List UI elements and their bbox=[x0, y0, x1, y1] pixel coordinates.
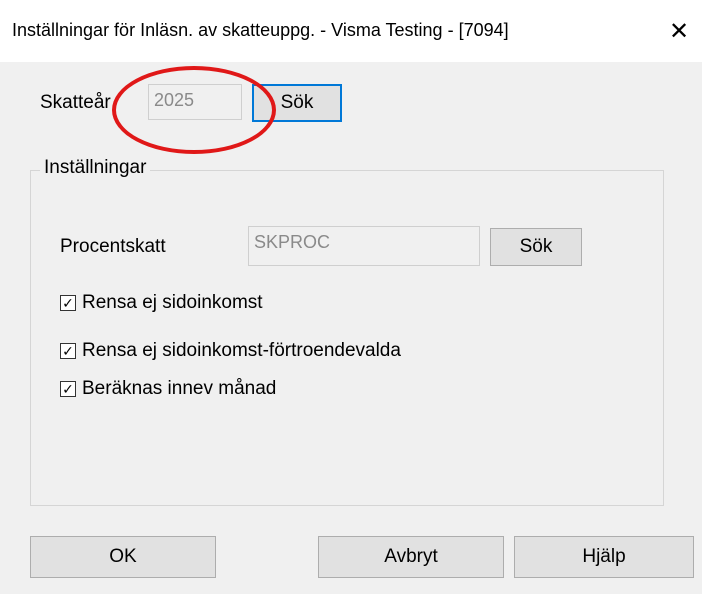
checkbox-checked-icon[interactable]: ✓ bbox=[60, 381, 76, 397]
checkbox-checked-icon[interactable]: ✓ bbox=[60, 343, 76, 359]
tax-year-search-button[interactable]: Sök bbox=[252, 84, 342, 122]
checkbox-label: Rensa ej sidoinkomst bbox=[82, 292, 263, 313]
close-icon[interactable]: ✕ bbox=[656, 0, 702, 62]
checkbox-label: Beräknas innev månad bbox=[82, 378, 277, 399]
settings-group bbox=[30, 170, 664, 506]
settings-dialog: Inställningar för Inläsn. av skatteuppg.… bbox=[0, 0, 702, 594]
percent-tax-label: Procentskatt bbox=[60, 236, 166, 257]
help-button[interactable]: Hjälp bbox=[514, 536, 694, 578]
checkbox-checked-icon[interactable]: ✓ bbox=[60, 295, 76, 311]
window-title: Inställningar för Inläsn. av skatteuppg.… bbox=[12, 20, 509, 40]
percent-tax-input[interactable]: SKPROC bbox=[248, 226, 480, 266]
checkbox-rensa-ej-sidoinkomst-fortroendevalda[interactable]: ✓ Rensa ej sidoinkomst-förtroendevalda bbox=[60, 340, 401, 362]
ok-button[interactable]: OK bbox=[30, 536, 216, 578]
title-bar: Inställningar för Inläsn. av skatteuppg.… bbox=[0, 0, 702, 62]
tax-year-input[interactable]: 2025 bbox=[148, 84, 242, 120]
cancel-button[interactable]: Avbryt bbox=[318, 536, 504, 578]
checkbox-rensa-ej-sidoinkomst[interactable]: ✓ Rensa ej sidoinkomst bbox=[60, 292, 263, 314]
tax-year-label: Skatteår bbox=[40, 92, 111, 113]
settings-group-legend: Inställningar bbox=[40, 157, 151, 179]
checkbox-label: Rensa ej sidoinkomst-förtroendevalda bbox=[82, 340, 401, 361]
percent-tax-search-button[interactable]: Sök bbox=[490, 228, 582, 266]
checkbox-beraknas-innev-manad[interactable]: ✓ Beräknas innev månad bbox=[60, 378, 276, 400]
